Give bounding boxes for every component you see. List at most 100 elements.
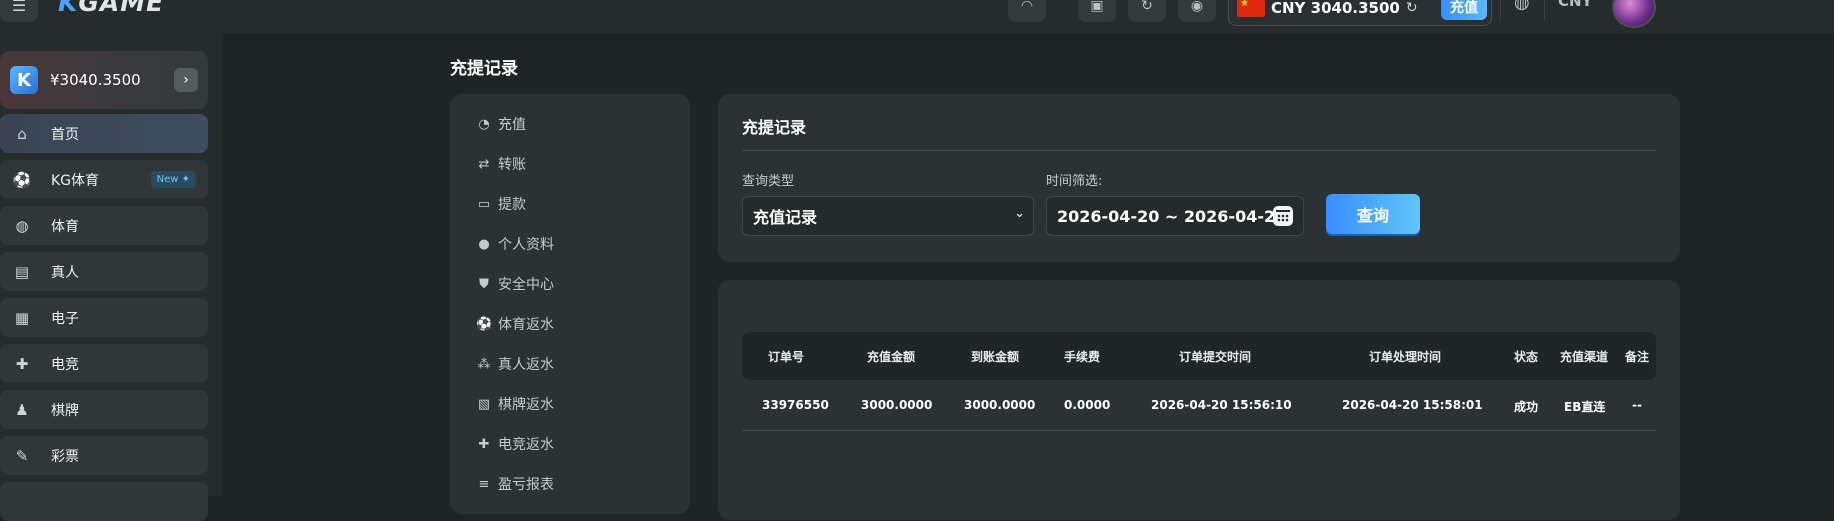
chips-icon: ⁂ [477, 356, 491, 372]
sidebar-item-label: 首页 [51, 126, 79, 143]
submenu-item-withdraw[interactable]: ▭ 提款 [476, 194, 526, 214]
refresh-button[interactable]: ↻ [1128, 0, 1166, 22]
submenu-item-label: 盈亏报表 [498, 477, 554, 493]
column-header: 充值渠道 [1560, 350, 1609, 364]
cards-icon: ▤ [14, 262, 30, 281]
deposit-amount-cell: 3000.0000 [861, 398, 933, 412]
column-header: 订单号 [768, 350, 805, 364]
query-button[interactable]: 查询 [1326, 194, 1420, 234]
gamepad-icon: ✚ [15, 354, 29, 373]
sidebar-item-label: KG体育 [51, 172, 100, 189]
status-cell: 成功 [1514, 400, 1539, 414]
top-bar: ☰ KGAME ◠ ▣ ↻ ◉ CNY 3040.3500 ↻ 充值 ◍ CNY [0, 0, 1834, 33]
chevron-right-icon[interactable]: › [174, 68, 198, 92]
submenu-item-deposit[interactable]: ◔ 充值 [476, 114, 526, 134]
transfer-icon: ⇄ [478, 156, 490, 172]
submenu-item-pnl-report[interactable]: ≡ 盈亏报表 [476, 474, 554, 494]
submenu-item-esports-rebate[interactable]: ✚ 电竞返水 [476, 434, 554, 454]
sidebar-item-home[interactable]: ⌂ 首页 [0, 114, 208, 153]
submenu-item-label: 安全中心 [498, 277, 554, 293]
withdraw-icon: ▭ [477, 196, 491, 212]
sidebar-item-slots[interactable]: ▦ 电子 [0, 298, 208, 337]
received-amount-cell: 3000.0000 [964, 398, 1036, 412]
sidebar-item-more[interactable] [0, 482, 208, 521]
sidebar: K ¥3040.3500 › ⌂ 首页 ⚽ KG体育 New ✦ ◍ 体育 ▤ … [0, 33, 222, 521]
balance-refresh-icon[interactable]: ↻ [1406, 0, 1418, 16]
china-flag-icon [1237, 0, 1265, 17]
date-range-picker[interactable]: 2026-04-20 ~ 2026-04-20 [1046, 196, 1304, 236]
signal-button[interactable]: ◠ [1008, 0, 1046, 22]
recharge-button[interactable]: 充值 [1441, 0, 1487, 20]
report-icon: ≡ [478, 476, 490, 492]
remark-cell: -- [1632, 398, 1642, 412]
submenu-item-chess-rebate[interactable]: ▧ 棋牌返水 [476, 394, 554, 414]
column-header: 状态 [1514, 350, 1539, 364]
new-badge: New ✦ [150, 171, 196, 188]
piggy-bank-icon: ◔ [478, 116, 490, 132]
ticket-icon: ✎ [15, 446, 29, 465]
sidebar-item-live[interactable]: ▤ 真人 [0, 252, 208, 291]
submenu-item-profile[interactable]: ● 个人资料 [476, 234, 554, 254]
sidebar-item-esports[interactable]: ✚ 电竞 [0, 344, 208, 383]
divider [742, 150, 1656, 151]
records-table-card: 订单号 充值金额 到账金额 手续费 订单提交时间 订单处理时间 状态 充值渠道 … [718, 280, 1680, 520]
sidebar-item-label: 电竞 [51, 356, 79, 373]
avatar[interactable] [1612, 0, 1656, 28]
submenu-item-live-rebate[interactable]: ⁂ 真人返水 [476, 354, 555, 374]
time-filter-label: 时间筛选: [1046, 174, 1103, 189]
submenu-item-transfer[interactable]: ⇄ 转账 [476, 154, 526, 174]
refresh-icon: ↻ [1141, 0, 1153, 14]
currency-selector[interactable]: CNY [1558, 0, 1592, 10]
shield-icon: ⛊ [479, 276, 489, 292]
query-type-select[interactable]: 充值记录 ⌄ [742, 196, 1034, 236]
sidebar-item-label: 真人 [51, 264, 79, 281]
wallet-button[interactable]: ▣ [1078, 0, 1116, 22]
sidebar-item-chess[interactable]: ♟ 棋牌 [0, 390, 208, 429]
sidebar-item-sports[interactable]: ◍ 体育 [0, 206, 208, 245]
divider [1500, 0, 1501, 20]
soccer-ball-icon: ⚽ [476, 316, 493, 332]
process-time-cell: 2026-04-20 15:58:01 [1342, 398, 1483, 412]
wallet-icon: ▣ [1090, 0, 1104, 14]
calendar-icon[interactable] [1273, 206, 1293, 226]
menu-toggle-button[interactable]: ☰ [0, 0, 38, 22]
home-icon: ⌂ [17, 124, 27, 143]
chess-icon: ♟ [15, 400, 29, 419]
sidebar-item-label: 棋牌 [51, 402, 79, 419]
account-submenu: ◔ 充值 ⇄ 转账 ▭ 提款 ● 个人资料 ⛊ 安全中心 ⚽ 体育返水 ⁂ 真人… [450, 94, 690, 514]
sidebar-item-label: 体育 [51, 218, 79, 235]
header-balance: CNY 3040.3500 [1271, 0, 1400, 17]
column-header: 到账金额 [971, 350, 1020, 364]
submit-time-cell: 2026-04-20 15:56:10 [1151, 398, 1292, 412]
page-title: 充提记录 [450, 59, 518, 79]
submenu-item-label: 体育返水 [498, 317, 554, 333]
table-header: 订单号 充值金额 到账金额 手续费 订单提交时间 订单处理时间 状态 充值渠道 … [742, 332, 1656, 380]
chevron-down-icon: ⌄ [1014, 206, 1025, 221]
wallet-amount: ¥3040.3500 [50, 71, 141, 89]
submenu-item-label: 充值 [498, 117, 526, 133]
wallet-card[interactable]: K ¥3040.3500 › [0, 51, 208, 109]
soccer-ball-icon: ⚽ [12, 170, 32, 189]
basketball-icon: ◍ [15, 216, 29, 235]
column-header: 备注 [1625, 350, 1650, 364]
submenu-item-security[interactable]: ⛊ 安全中心 [476, 274, 554, 294]
sidebar-item-lottery[interactable]: ✎ 彩票 [0, 436, 208, 475]
menu-icon: ☰ [11, 0, 27, 15]
filter-card: 充提记录 查询类型 时间筛选: 充值记录 ⌄ 2026-04-20 ~ 2026… [718, 94, 1680, 262]
table-row[interactable]: 33976550 3000.0000 3000.0000 0.0000 2026… [742, 380, 1656, 431]
column-header: 充值金额 [867, 350, 916, 364]
balance-widget: CNY 3040.3500 ↻ 充值 [1228, 0, 1492, 26]
service-button[interactable]: ◉ [1178, 0, 1216, 22]
kgame-k-icon: K [10, 66, 38, 94]
signal-icon: ◠ [1020, 0, 1034, 14]
submenu-item-sports-rebate[interactable]: ⚽ 体育返水 [476, 314, 554, 334]
user-icon: ● [478, 236, 490, 252]
logo[interactable]: KGAME [58, 0, 164, 17]
sidebar-item-label: 电子 [51, 310, 79, 327]
sidebar-item-kg-sports[interactable]: ⚽ KG体育 New ✦ [0, 160, 208, 199]
submenu-item-label: 真人返水 [498, 357, 554, 373]
globe-icon[interactable]: ◍ [1514, 0, 1530, 13]
channel-cell: EB直连 [1564, 400, 1606, 414]
card-title: 充提记录 [742, 118, 807, 137]
date-range-value: 2026-04-20 ~ 2026-04-20 [1057, 206, 1287, 226]
